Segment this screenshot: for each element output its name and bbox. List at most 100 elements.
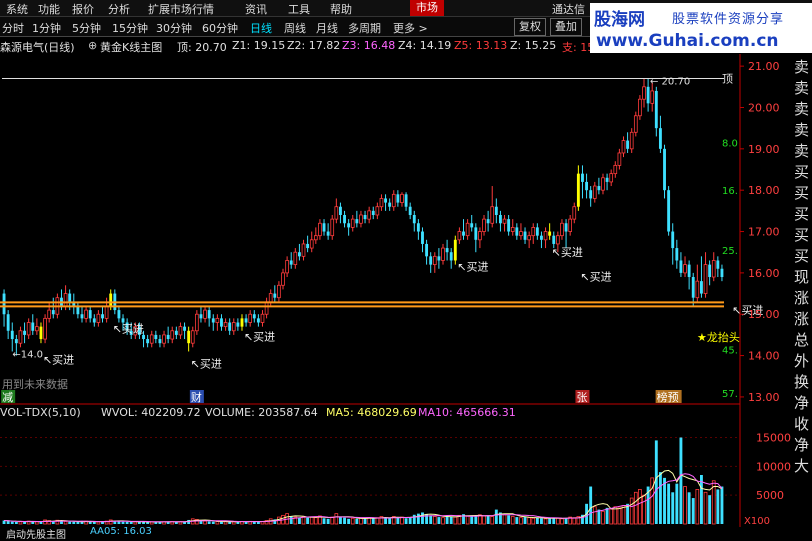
stock-title: 森源电气(日线) xyxy=(0,41,75,54)
menu-item-news[interactable]: 资讯 xyxy=(245,1,267,17)
candle-body xyxy=(289,260,293,265)
right-panel-char: 买 xyxy=(794,247,810,265)
volume-bar xyxy=(535,517,539,524)
candle-body xyxy=(695,280,700,299)
chart-area[interactable]: 顶← 20.70←14.0 ↖买进↖买进↖买进↖买进↖买进↖买进↖买进↖买进★龙抬… xyxy=(0,54,792,527)
volume-indicator-name[interactable]: VOL-TDX(5,10) xyxy=(0,406,81,419)
volume-bar xyxy=(572,517,577,525)
period-tab-60min[interactable]: 60分钟 xyxy=(202,20,238,36)
volume-info-bar: VOL-TDX(5,10) WVOL: 402209.72 VOLUME: 20… xyxy=(0,404,740,420)
logo-url: www.Guhai.com.cn xyxy=(596,31,779,51)
candle-body xyxy=(306,243,310,249)
volume-bar xyxy=(609,508,614,525)
volume-bar xyxy=(432,516,437,525)
volume-bar xyxy=(683,486,687,525)
candle-body xyxy=(642,86,646,100)
candle-body xyxy=(170,330,175,340)
menu-item-quote[interactable]: 报价 xyxy=(72,1,94,17)
candle-body xyxy=(416,223,420,232)
period-tab-15min[interactable]: 15分钟 xyxy=(112,20,148,36)
menu-item-analysis[interactable]: 分析 xyxy=(108,1,130,17)
candle-body xyxy=(507,219,511,232)
candle-body xyxy=(158,339,162,344)
candle-body xyxy=(355,219,359,224)
menu-item-function[interactable]: 功能 xyxy=(38,1,60,17)
info-value-top: 顶: 20.70 xyxy=(177,41,227,54)
period-tab-30min[interactable]: 30分钟 xyxy=(156,20,192,36)
candle-body xyxy=(568,218,573,232)
candle-body xyxy=(421,231,424,244)
menu-item-system[interactable]: 系统 xyxy=(6,1,28,17)
volume-bar xyxy=(667,483,671,524)
volume-bar xyxy=(449,516,453,524)
candle-body xyxy=(215,317,220,323)
candle-body xyxy=(101,314,104,319)
candle-body xyxy=(43,317,47,340)
period-tab-1min[interactable]: 1分钟 xyxy=(32,20,61,36)
period-tab-5min[interactable]: 5分钟 xyxy=(72,20,101,36)
candle-body xyxy=(720,268,724,278)
candle-body xyxy=(63,293,68,307)
price-axis: 21.00 20.00 19.00 18.00 17.00 16.00 15.00 14.00… xyxy=(0,54,791,527)
period-tab-multi[interactable]: 多周期 xyxy=(348,20,381,36)
candle-body xyxy=(617,152,622,166)
green-level-label: 45. xyxy=(722,345,738,356)
volume-bar xyxy=(617,507,622,525)
adjust-button[interactable]: 复权 xyxy=(514,18,546,36)
volume-bar xyxy=(540,518,543,524)
period-tab-weekly[interactable]: 周线 xyxy=(284,20,306,36)
period-tab-more[interactable]: 更多 > xyxy=(393,20,428,36)
volume-bar xyxy=(412,514,416,524)
overlay-button[interactable]: 叠加 xyxy=(550,18,582,36)
candle-body xyxy=(432,255,437,266)
period-tab-daily[interactable]: 日线 xyxy=(250,20,272,36)
candle-body xyxy=(68,293,72,302)
right-panel-char: 外 xyxy=(794,352,810,370)
volume-bar xyxy=(695,489,700,525)
volume-bar xyxy=(687,492,691,524)
candle-body xyxy=(371,210,375,215)
candle-body xyxy=(494,206,498,215)
info-value-z3: Z3: 16.48 xyxy=(342,39,396,52)
period-tab-monthly[interactable]: 月线 xyxy=(316,20,338,36)
candle-body xyxy=(375,206,380,216)
period-tab-intraday[interactable]: 分时 xyxy=(2,20,24,36)
candle-body xyxy=(268,293,273,303)
volume-bar xyxy=(297,517,301,524)
menu-item-help[interactable]: 帮助 xyxy=(330,1,352,17)
volume-bar xyxy=(638,489,642,525)
candle-body xyxy=(363,214,367,220)
green-level-label: 57. xyxy=(722,389,738,400)
candle-body xyxy=(293,251,298,266)
right-panel-char: 卖 xyxy=(794,142,810,160)
bottom-indicator-name[interactable]: 启动先股主图 xyxy=(6,526,66,541)
right-panel-char: 买 xyxy=(794,163,810,181)
candle-body xyxy=(334,206,339,220)
volume-bar xyxy=(691,498,695,524)
candle-body xyxy=(273,293,277,298)
candle-body xyxy=(47,309,52,319)
candle-body xyxy=(39,326,43,340)
volume-value: VOLUME: 203587.64 xyxy=(205,406,318,419)
volume-bar xyxy=(6,521,10,524)
volume-bar xyxy=(396,517,400,524)
dropdown-icon[interactable]: ⊕ xyxy=(88,39,97,52)
menu-item-extended-market[interactable]: 扩展市场行情 xyxy=(148,1,214,17)
menu-item-market[interactable]: 市场 xyxy=(410,0,444,16)
right-panel-char: 买 xyxy=(794,184,810,202)
logo-name: 股海网 xyxy=(594,10,645,30)
candle-body xyxy=(248,313,253,323)
chart-overlays: 顶← 20.70←14.0 ↖买进↖买进↖买进↖买进↖买进↖买进↖买进↖买进★龙抬… xyxy=(0,73,763,404)
candle-body xyxy=(388,202,392,207)
candle-body xyxy=(609,173,614,183)
volume-bar xyxy=(592,506,597,525)
menu-right-text: 通达信 xyxy=(552,3,585,16)
indicator-name[interactable]: 黄金K线主图 xyxy=(100,39,162,55)
candle-body xyxy=(621,140,626,154)
volume-bar xyxy=(597,509,601,524)
candle-body xyxy=(80,314,84,319)
volume-bar xyxy=(543,518,548,525)
candle-body xyxy=(318,222,322,237)
menu-item-tools[interactable]: 工具 xyxy=(288,1,310,17)
volume-bar xyxy=(621,505,626,525)
